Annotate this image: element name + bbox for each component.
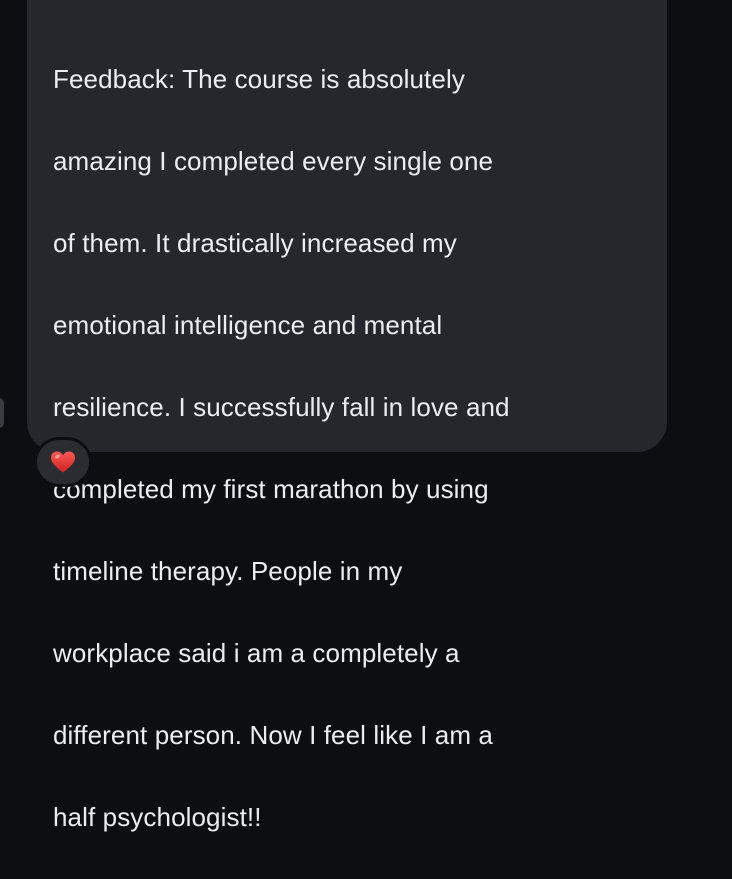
message-line: Feedback: The course is absolutely bbox=[53, 64, 465, 94]
message-bubble[interactable]: Feedback: The course is absolutely amazi… bbox=[27, 0, 667, 832]
message-line: completed my first marathon by using bbox=[53, 474, 489, 504]
message-line: timeline therapy. People in my bbox=[53, 556, 403, 586]
reaction-badge[interactable] bbox=[34, 437, 92, 487]
partial-avatar-edge bbox=[0, 398, 4, 428]
message-line: amazing I completed every single one bbox=[53, 146, 494, 176]
message-line: workplace said i am a completely a bbox=[53, 638, 460, 668]
message-line: half psychologist!! bbox=[53, 802, 262, 832]
message-line: of them. It drastically increased my bbox=[53, 228, 457, 258]
message-line: different person. Now I feel like I am a bbox=[53, 720, 493, 750]
message-line: emotional intelligence and mental bbox=[53, 310, 443, 340]
message-text: Feedback: The course is absolutely amazi… bbox=[53, 18, 647, 879]
heart-icon bbox=[50, 450, 76, 474]
message-line: resilience. I successfully fall in love … bbox=[53, 392, 510, 422]
